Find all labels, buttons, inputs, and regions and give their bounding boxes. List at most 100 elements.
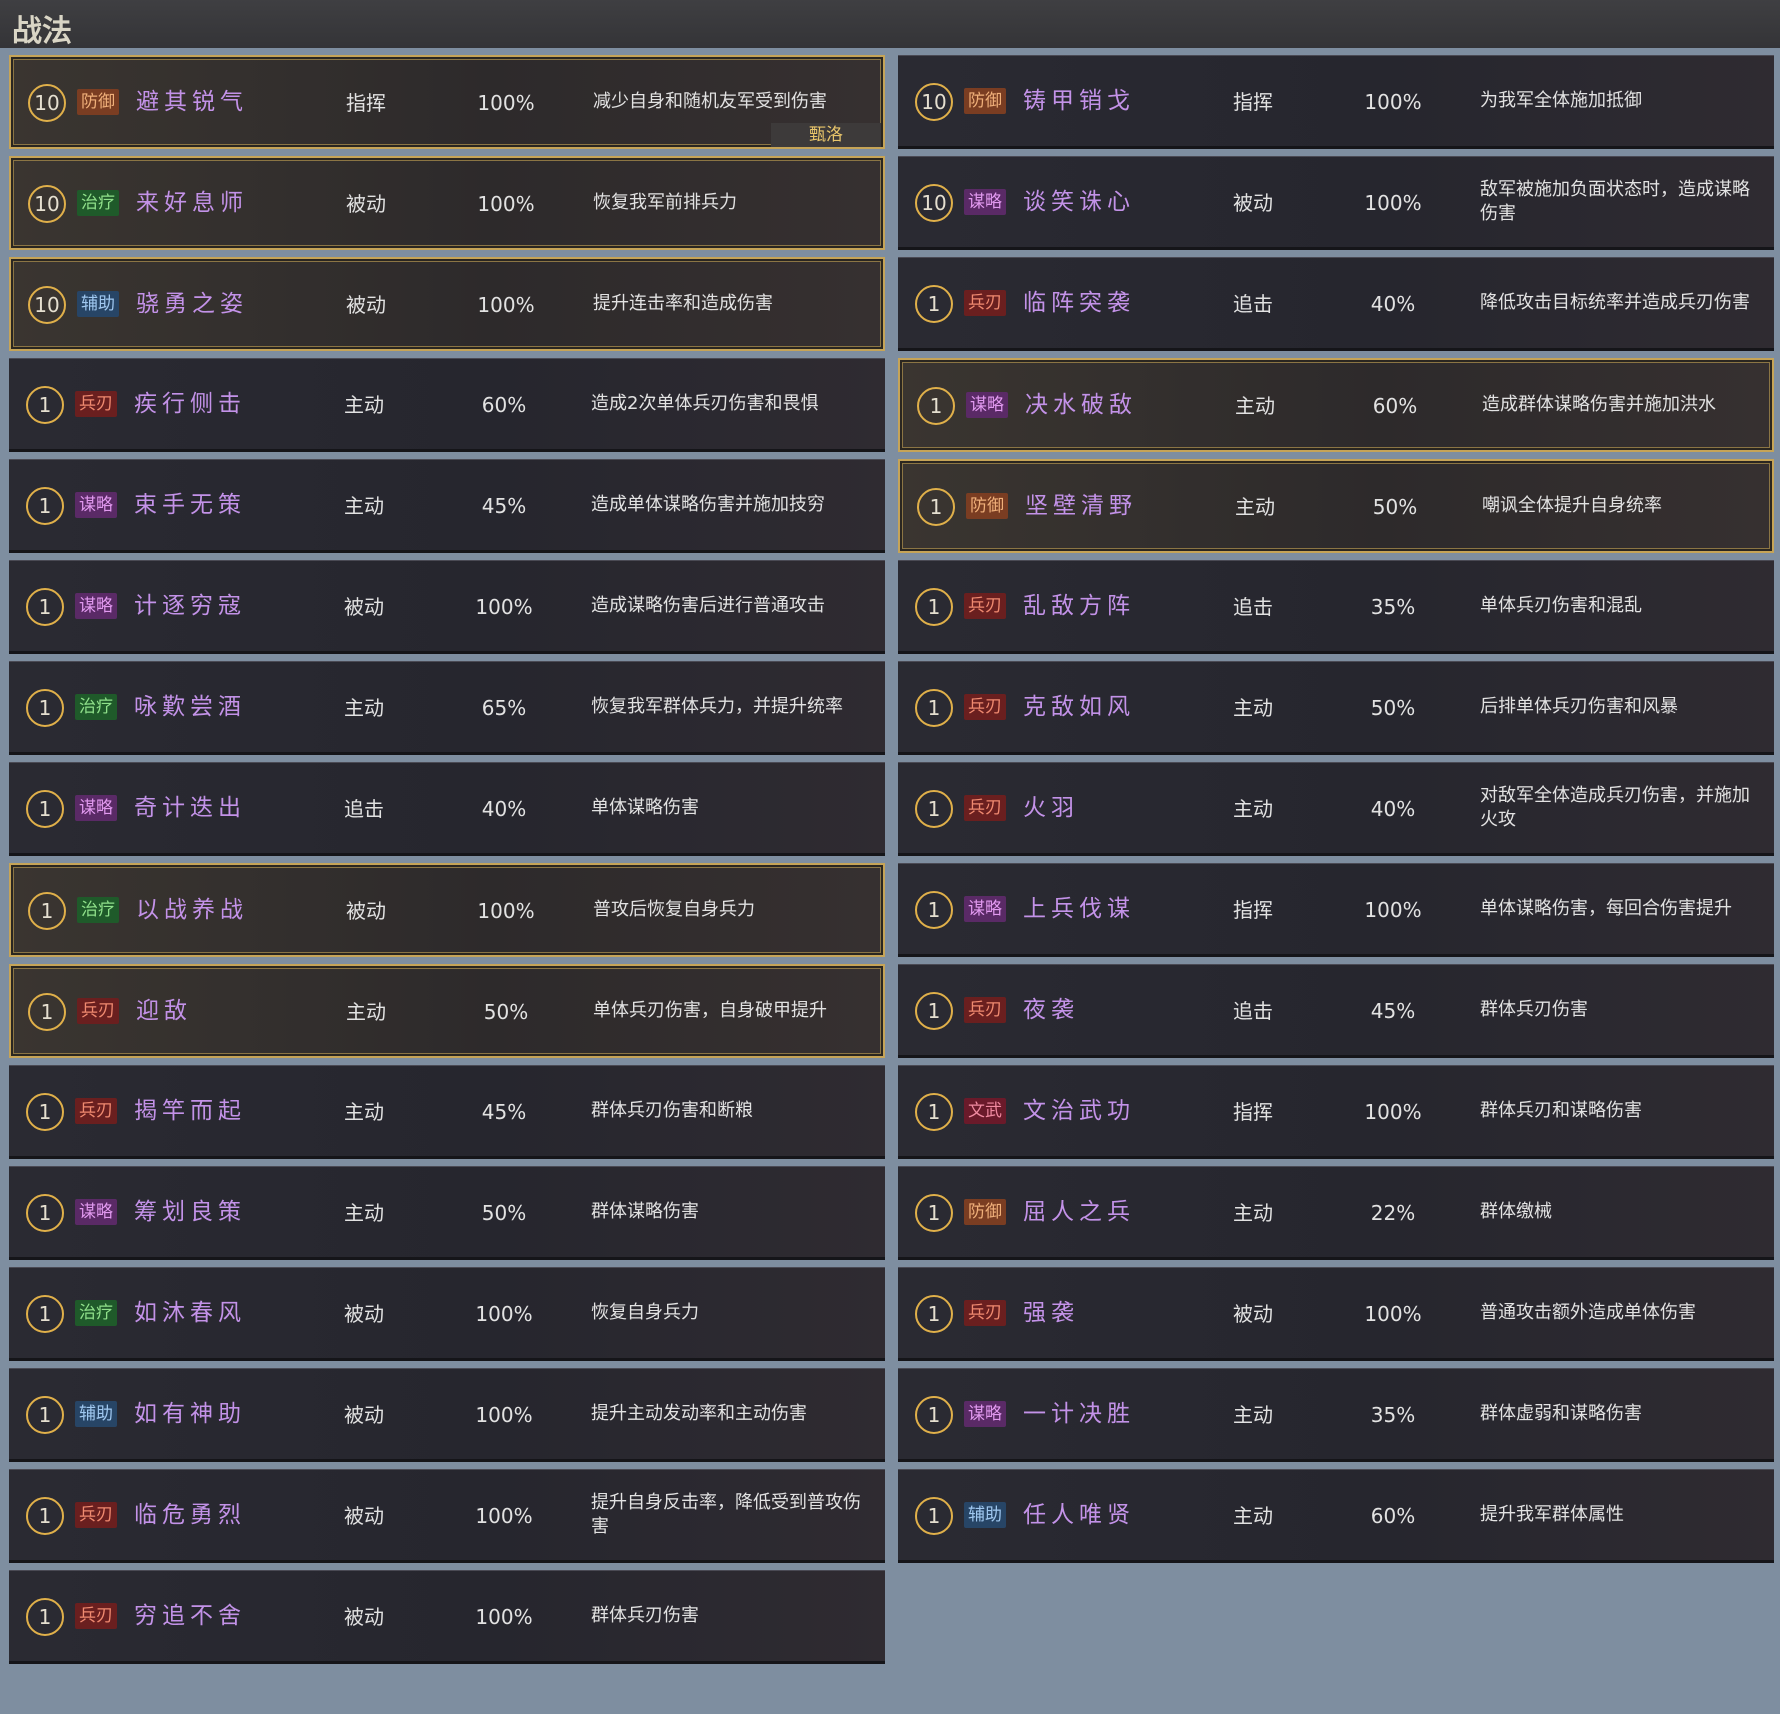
tactic-name: 一计决胜 xyxy=(1023,1401,1135,1427)
tactic-type: 被动 xyxy=(346,192,386,216)
tactic-card[interactable]: 1 兵刃 临阵突袭 追击 40% 降低攻击目标统率并造成兵刃伤害 xyxy=(898,257,1774,351)
tactic-type: 主动 xyxy=(344,696,384,720)
category-tag: 文武 xyxy=(964,1098,1006,1124)
tactic-card[interactable]: 1 谋略 决水破敌 主动 60% 造成群体谋略伤害并施加洪水 xyxy=(898,358,1774,452)
tactic-type: 指挥 xyxy=(1233,90,1273,114)
category-tag: 谋略 xyxy=(964,896,1006,922)
tactic-card[interactable]: 10 治疗 来好息师 被动 100% 恢复我军前排兵力 xyxy=(9,156,885,250)
tactic-card[interactable]: 1 兵刃 夜袭 追击 45% 群体兵刃伤害 xyxy=(898,964,1774,1058)
level-badge: 1 xyxy=(915,891,953,929)
tactic-card[interactable]: 1 兵刃 克敌如风 主动 50% 后排单体兵刃伤害和风暴 xyxy=(898,661,1774,755)
tactic-card[interactable]: 1 治疗 咏歎尝酒 主动 65% 恢复我军群体兵力，并提升统率 xyxy=(9,661,885,755)
trigger-rate: 100% xyxy=(475,1302,533,1326)
level-badge: 1 xyxy=(915,992,953,1030)
tactic-type: 被动 xyxy=(344,1403,384,1427)
trigger-rate: 45% xyxy=(481,494,527,518)
tactic-type: 主动 xyxy=(344,1100,384,1124)
tactic-type: 主动 xyxy=(1233,696,1273,720)
tactic-description: 降低攻击目标统率并造成兵刃伤害 xyxy=(1480,292,1750,313)
tactic-type: 追击 xyxy=(344,797,384,821)
tactic-type: 被动 xyxy=(344,1302,384,1326)
tactic-name: 如沐春风 xyxy=(134,1300,246,1326)
trigger-rate: 40% xyxy=(1370,797,1416,821)
trigger-rate: 50% xyxy=(1372,495,1418,519)
tactic-name: 铸甲销戈 xyxy=(1023,88,1135,114)
tactic-name: 任人唯贤 xyxy=(1023,1502,1135,1528)
tactic-card[interactable]: 1 文武 文治武功 指挥 100% 群体兵刃和谋略伤害 xyxy=(898,1065,1774,1159)
tactics-list-left: 10 防御 避其锐气 指挥 100% 减少自身和随机友军受到伤害 甄洛 10 治疗 来好息师 被动 1… xyxy=(9,55,885,1671)
tactic-name: 临阵突袭 xyxy=(1023,290,1135,316)
tactic-type: 主动 xyxy=(346,1000,386,1024)
level-badge: 1 xyxy=(26,588,64,626)
tactic-card[interactable]: 1 谋略 计逐穷寇 被动 100% 造成谋略伤害后进行普通攻击 xyxy=(9,560,885,654)
level-badge: 1 xyxy=(917,387,955,425)
tactic-type: 主动 xyxy=(1233,1201,1273,1225)
tactic-card[interactable]: 1 防御 坚壁清野 主动 50% 嘲讽全体提升自身统率 xyxy=(898,459,1774,553)
level-badge: 1 xyxy=(26,386,64,424)
tactic-name: 火羽 xyxy=(1023,795,1079,821)
tactic-card[interactable]: 1 治疗 以战养战 被动 100% 普攻后恢复自身兵力 xyxy=(9,863,885,957)
trigger-rate: 100% xyxy=(475,1605,533,1629)
category-tag: 防御 xyxy=(966,493,1008,519)
tactic-card[interactable]: 1 辅助 任人唯贤 主动 60% 提升我军群体属性 xyxy=(898,1469,1774,1563)
tactic-type: 被动 xyxy=(346,899,386,923)
tactic-type: 指挥 xyxy=(346,91,386,115)
tactic-card[interactable]: 1 谋略 上兵伐谋 指挥 100% 单体谋略伤害，每回合伤害提升 xyxy=(898,863,1774,957)
trigger-rate: 100% xyxy=(1364,1100,1422,1124)
tactic-description: 造成群体谋略伤害并施加洪水 xyxy=(1482,394,1716,415)
tactic-description: 后排单体兵刃伤害和风暴 xyxy=(1480,696,1678,717)
tactic-card[interactable]: 1 兵刃 临危勇烈 被动 100% 提升自身反击率，降低受到普攻伤害 xyxy=(9,1469,885,1563)
tactic-description: 对敌军全体造成兵刃伤害，并施加火攻 xyxy=(1480,785,1750,830)
tactic-name: 筹划良策 xyxy=(134,1199,246,1225)
trigger-rate: 60% xyxy=(1372,394,1418,418)
tactic-type: 追击 xyxy=(1233,999,1273,1023)
tactic-name: 奇计迭出 xyxy=(134,795,246,821)
level-badge: 10 xyxy=(28,185,66,223)
category-tag: 防御 xyxy=(964,88,1006,114)
tactic-card[interactable]: 10 辅助 骁勇之姿 被动 100% 提升连击率和造成伤害 xyxy=(9,257,885,351)
tactic-card[interactable]: 1 兵刃 迎敌 主动 50% 单体兵刃伤害，自身破甲提升 xyxy=(9,964,885,1058)
tactic-name: 临危勇烈 xyxy=(134,1502,246,1528)
tactic-card[interactable]: 1 兵刃 火羽 主动 40% 对敌军全体造成兵刃伤害，并施加火攻 xyxy=(898,762,1774,856)
tactic-card[interactable]: 1 谋略 奇计迭出 追击 40% 单体谋略伤害 xyxy=(9,762,885,856)
tactic-card[interactable]: 10 防御 铸甲销戈 指挥 100% 为我军全体施加抵御 xyxy=(898,55,1774,149)
tactic-type: 指挥 xyxy=(1233,1100,1273,1124)
tactic-card[interactable]: 1 辅助 如有神助 被动 100% 提升主动发动率和主动伤害 xyxy=(9,1368,885,1462)
level-badge: 1 xyxy=(26,1295,64,1333)
category-tag: 兵刃 xyxy=(964,795,1006,821)
tactic-name: 束手无策 xyxy=(134,492,246,518)
tactic-card[interactable]: 1 谋略 束手无策 主动 45% 造成单体谋略伤害并施加技穷 xyxy=(9,459,885,553)
category-tag: 兵刃 xyxy=(964,997,1006,1023)
trigger-rate: 35% xyxy=(1370,1403,1416,1427)
tactic-card[interactable]: 1 治疗 如沐春风 被动 100% 恢复自身兵力 xyxy=(9,1267,885,1361)
tactic-name: 避其锐气 xyxy=(136,89,248,115)
tactic-card[interactable]: 1 兵刃 疾行侧击 主动 60% 造成2次单体兵刃伤害和畏惧 xyxy=(9,358,885,452)
tactic-type: 追击 xyxy=(1233,595,1273,619)
tactic-card[interactable]: 10 谋略 谈笑诛心 被动 100% 敌军被施加负面状态时，造成谋略伤害 xyxy=(898,156,1774,250)
tactic-name: 上兵伐谋 xyxy=(1023,896,1135,922)
tactic-type: 被动 xyxy=(344,1605,384,1629)
category-tag: 谋略 xyxy=(966,392,1008,418)
tactic-card[interactable]: 10 防御 避其锐气 指挥 100% 减少自身和随机友军受到伤害 甄洛 xyxy=(9,55,885,149)
tactic-name: 骁勇之姿 xyxy=(136,291,248,317)
tactic-description: 群体虚弱和谋略伤害 xyxy=(1480,1403,1642,1424)
category-tag: 谋略 xyxy=(75,593,117,619)
level-badge: 1 xyxy=(26,790,64,828)
tactic-description: 普攻后恢复自身兵力 xyxy=(593,899,755,920)
level-badge: 1 xyxy=(26,1093,64,1131)
tactic-card[interactable]: 1 防御 屈人之兵 主动 22% 群体缴械 xyxy=(898,1166,1774,1260)
tactic-card[interactable]: 1 兵刃 强袭 被动 100% 普通攻击额外造成单体伤害 xyxy=(898,1267,1774,1361)
owner-label: 甄洛 xyxy=(771,123,881,147)
tactic-card[interactable]: 1 兵刃 乱敌方阵 追击 35% 单体兵刃伤害和混乱 xyxy=(898,560,1774,654)
level-badge: 1 xyxy=(26,487,64,525)
trigger-rate: 100% xyxy=(477,192,535,216)
tactic-card[interactable]: 1 兵刃 揭竿而起 主动 45% 群体兵刃伤害和断粮 xyxy=(9,1065,885,1159)
tactic-description: 单体谋略伤害，每回合伤害提升 xyxy=(1480,898,1732,919)
trigger-rate: 40% xyxy=(481,797,527,821)
category-tag: 治疗 xyxy=(77,897,119,923)
trigger-rate: 50% xyxy=(1370,696,1416,720)
level-badge: 1 xyxy=(915,1497,953,1535)
tactic-card[interactable]: 1 谋略 一计决胜 主动 35% 群体虚弱和谋略伤害 xyxy=(898,1368,1774,1462)
tactic-card[interactable]: 1 谋略 筹划良策 主动 50% 群体谋略伤害 xyxy=(9,1166,885,1260)
tactic-card[interactable]: 1 兵刃 穷追不舍 被动 100% 群体兵刃伤害 xyxy=(9,1570,885,1664)
